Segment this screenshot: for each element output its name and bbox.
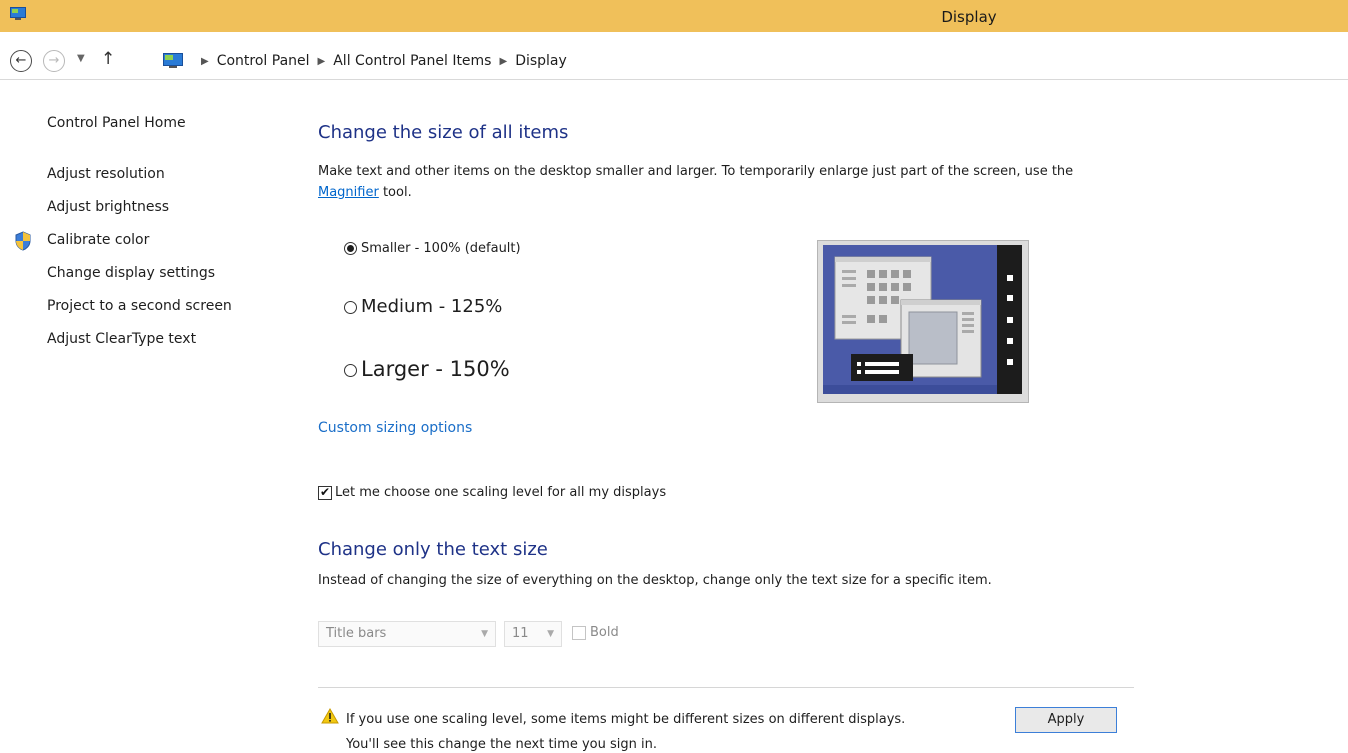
breadcrumb-all-items[interactable]: All Control Panel Items — [333, 53, 491, 69]
radio-medium[interactable] — [344, 300, 357, 314]
warning-line-2: You'll see this change the next time you… — [346, 737, 657, 752]
recent-locations-chevron-icon[interactable]: ▼ — [77, 53, 85, 64]
description-text: Make text and other items on the desktop… — [318, 164, 1074, 179]
radio-smaller[interactable] — [344, 242, 357, 255]
option-smaller-label: Smaller - 100% (default) — [361, 241, 521, 256]
description-text: tool. — [378, 185, 412, 200]
breadcrumb-separator-icon[interactable]: ▶ — [318, 56, 326, 67]
font-size-dropdown-value: 11 — [512, 626, 529, 641]
font-size-dropdown[interactable]: 11 ▼ — [504, 621, 562, 647]
breadcrumb-separator-icon[interactable]: ▶ — [499, 56, 507, 67]
breadcrumb: ▶ Control Panel ▶ All Control Panel Items ▶ D… — [193, 53, 567, 69]
custom-sizing-link[interactable]: Custom sizing options — [318, 420, 472, 436]
one-scaling-level-label: Let me choose one scaling level for all … — [335, 485, 667, 500]
sidebar-item-calibrate-color[interactable]: Calibrate color — [47, 231, 232, 264]
one-scaling-level-checkbox[interactable] — [318, 485, 332, 500]
scaling-preview-image — [817, 240, 1029, 403]
heading-change-size: Change the size of all items — [318, 122, 569, 143]
sidebar-item-project-second-screen[interactable]: Project to a second screen — [47, 297, 232, 330]
item-dropdown[interactable]: Title bars ▼ — [318, 621, 496, 647]
chevron-down-icon: ▼ — [481, 629, 488, 639]
title-bar: Display — [0, 0, 1348, 32]
breadcrumb-display[interactable]: Display — [515, 53, 567, 69]
window-title: Display — [941, 8, 997, 26]
up-arrow-icon[interactable]: ↑ — [101, 49, 115, 69]
magnifier-link[interactable]: Magnifier — [318, 185, 379, 200]
bold-checkbox-row[interactable]: Bold — [572, 625, 619, 640]
description-change-size: Make text and other items on the desktop… — [318, 161, 1118, 203]
breadcrumb-separator-icon[interactable]: ▶ — [201, 56, 209, 67]
radio-larger[interactable] — [344, 363, 357, 377]
sidebar-item-adjust-cleartype[interactable]: Adjust ClearType text — [47, 330, 232, 363]
option-medium-label: Medium - 125% — [361, 296, 503, 317]
back-arrow-icon[interactable]: ← — [10, 50, 32, 72]
bold-checkbox[interactable] — [572, 625, 586, 640]
option-smaller[interactable]: Smaller - 100% (default) — [344, 241, 521, 256]
warning-message: If you use one scaling level, some items… — [346, 707, 905, 753]
uac-shield-icon — [15, 231, 31, 251]
description-change-text-size: Instead of changing the size of everythi… — [318, 573, 992, 588]
sidebar-links: Adjust resolution Adjust brightness Cali… — [47, 165, 232, 363]
option-larger[interactable]: Larger - 150% — [344, 357, 510, 381]
chevron-down-icon: ▼ — [547, 629, 554, 639]
bold-label: Bold — [590, 625, 619, 640]
sidebar-item-change-display-settings[interactable]: Change display settings — [47, 264, 232, 297]
display-monitor-icon — [163, 53, 183, 68]
option-medium[interactable]: Medium - 125% — [344, 296, 502, 317]
warning-line-1: If you use one scaling level, some items… — [346, 712, 906, 727]
warning-icon — [321, 708, 339, 724]
sidebar-item-adjust-resolution[interactable]: Adjust resolution — [47, 165, 232, 198]
sidebar-item-adjust-brightness[interactable]: Adjust brightness — [47, 198, 232, 231]
forward-arrow-icon[interactable]: → — [43, 50, 65, 72]
heading-change-text-size: Change only the text size — [318, 539, 548, 560]
address-bar: ← → ▼ ↑ ▶ Control Panel ▶ All Control Panel… — [0, 44, 1348, 80]
apply-button[interactable]: Apply — [1015, 707, 1117, 733]
divider — [318, 687, 1134, 688]
sidebar-home-link[interactable]: Control Panel Home — [47, 115, 186, 131]
breadcrumb-control-panel[interactable]: Control Panel — [217, 53, 310, 69]
item-dropdown-value: Title bars — [326, 626, 387, 641]
option-larger-label: Larger - 150% — [361, 357, 510, 381]
one-scaling-level-checkbox-row[interactable]: Let me choose one scaling level for all … — [318, 485, 666, 500]
